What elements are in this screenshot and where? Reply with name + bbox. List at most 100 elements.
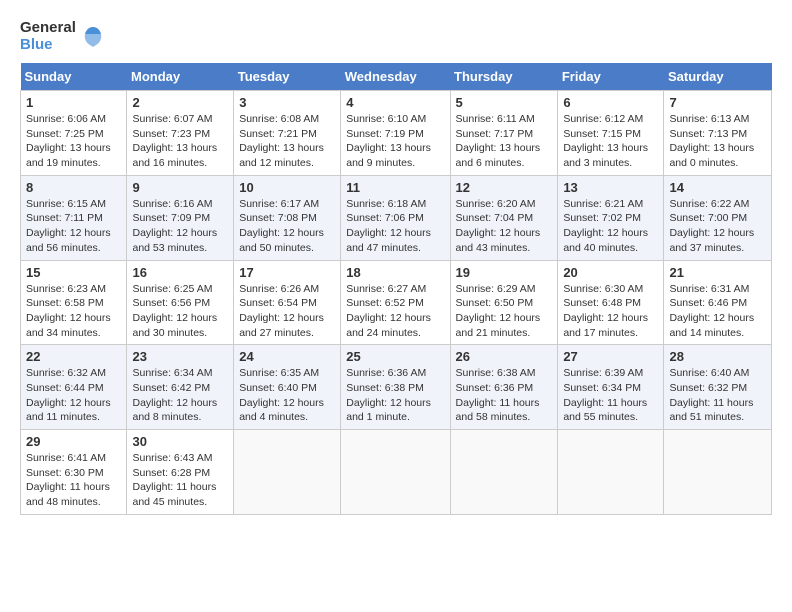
calendar-cell: 22 Sunrise: 6:32 AM Sunset: 6:44 PM Dayl… xyxy=(21,345,127,430)
calendar-cell xyxy=(450,430,558,515)
day-number: 2 xyxy=(132,95,228,110)
day-number: 27 xyxy=(563,349,658,364)
day-number: 8 xyxy=(26,180,121,195)
calendar-cell: 11 Sunrise: 6:18 AM Sunset: 7:06 PM Dayl… xyxy=(341,175,450,260)
calendar-cell: 20 Sunrise: 6:30 AM Sunset: 6:48 PM Dayl… xyxy=(558,260,664,345)
calendar-cell: 30 Sunrise: 6:43 AM Sunset: 6:28 PM Dayl… xyxy=(127,430,234,515)
day-number: 16 xyxy=(132,265,228,280)
day-number: 22 xyxy=(26,349,121,364)
day-info: Sunrise: 6:43 AM Sunset: 6:28 PM Dayligh… xyxy=(132,451,228,510)
col-header-monday: Monday xyxy=(127,63,234,91)
day-info: Sunrise: 6:27 AM Sunset: 6:52 PM Dayligh… xyxy=(346,282,444,341)
calendar-cell: 17 Sunrise: 6:26 AM Sunset: 6:54 PM Dayl… xyxy=(234,260,341,345)
day-number: 30 xyxy=(132,434,228,449)
day-info: Sunrise: 6:36 AM Sunset: 6:38 PM Dayligh… xyxy=(346,366,444,425)
calendar-week-2: 8 Sunrise: 6:15 AM Sunset: 7:11 PM Dayli… xyxy=(21,175,772,260)
day-info: Sunrise: 6:15 AM Sunset: 7:11 PM Dayligh… xyxy=(26,197,121,256)
day-number: 15 xyxy=(26,265,121,280)
day-info: Sunrise: 6:18 AM Sunset: 7:06 PM Dayligh… xyxy=(346,197,444,256)
calendar-cell: 6 Sunrise: 6:12 AM Sunset: 7:15 PM Dayli… xyxy=(558,91,664,176)
day-info: Sunrise: 6:34 AM Sunset: 6:42 PM Dayligh… xyxy=(132,366,228,425)
calendar-cell: 3 Sunrise: 6:08 AM Sunset: 7:21 PM Dayli… xyxy=(234,91,341,176)
day-info: Sunrise: 6:31 AM Sunset: 6:46 PM Dayligh… xyxy=(669,282,766,341)
logo-general-text: General xyxy=(20,20,76,37)
calendar-week-3: 15 Sunrise: 6:23 AM Sunset: 6:58 PM Dayl… xyxy=(21,260,772,345)
calendar-cell: 2 Sunrise: 6:07 AM Sunset: 7:23 PM Dayli… xyxy=(127,91,234,176)
calendar-cell: 13 Sunrise: 6:21 AM Sunset: 7:02 PM Dayl… xyxy=(558,175,664,260)
calendar-week-5: 29 Sunrise: 6:41 AM Sunset: 6:30 PM Dayl… xyxy=(21,430,772,515)
logo-blue-text: Blue xyxy=(20,37,53,54)
day-info: Sunrise: 6:39 AM Sunset: 6:34 PM Dayligh… xyxy=(563,366,658,425)
day-number: 13 xyxy=(563,180,658,195)
day-info: Sunrise: 6:40 AM Sunset: 6:32 PM Dayligh… xyxy=(669,366,766,425)
day-number: 5 xyxy=(456,95,553,110)
day-number: 25 xyxy=(346,349,444,364)
day-number: 29 xyxy=(26,434,121,449)
day-number: 17 xyxy=(239,265,335,280)
day-info: Sunrise: 6:21 AM Sunset: 7:02 PM Dayligh… xyxy=(563,197,658,256)
col-header-wednesday: Wednesday xyxy=(341,63,450,91)
calendar-cell: 15 Sunrise: 6:23 AM Sunset: 6:58 PM Dayl… xyxy=(21,260,127,345)
logo-container: General Blue xyxy=(20,20,107,53)
calendar-cell: 14 Sunrise: 6:22 AM Sunset: 7:00 PM Dayl… xyxy=(664,175,772,260)
day-info: Sunrise: 6:41 AM Sunset: 6:30 PM Dayligh… xyxy=(26,451,121,510)
calendar-cell: 29 Sunrise: 6:41 AM Sunset: 6:30 PM Dayl… xyxy=(21,430,127,515)
day-number: 12 xyxy=(456,180,553,195)
col-header-friday: Friday xyxy=(558,63,664,91)
calendar-cell: 10 Sunrise: 6:17 AM Sunset: 7:08 PM Dayl… xyxy=(234,175,341,260)
day-number: 14 xyxy=(669,180,766,195)
calendar-cell: 5 Sunrise: 6:11 AM Sunset: 7:17 PM Dayli… xyxy=(450,91,558,176)
day-number: 19 xyxy=(456,265,553,280)
day-info: Sunrise: 6:06 AM Sunset: 7:25 PM Dayligh… xyxy=(26,112,121,171)
day-info: Sunrise: 6:08 AM Sunset: 7:21 PM Dayligh… xyxy=(239,112,335,171)
calendar-cell: 12 Sunrise: 6:20 AM Sunset: 7:04 PM Dayl… xyxy=(450,175,558,260)
day-info: Sunrise: 6:16 AM Sunset: 7:09 PM Dayligh… xyxy=(132,197,228,256)
calendar-cell xyxy=(558,430,664,515)
calendar-cell: 23 Sunrise: 6:34 AM Sunset: 6:42 PM Dayl… xyxy=(127,345,234,430)
calendar-table: SundayMondayTuesdayWednesdayThursdayFrid… xyxy=(20,63,772,515)
col-header-sunday: Sunday xyxy=(21,63,127,91)
calendar-cell: 1 Sunrise: 6:06 AM Sunset: 7:25 PM Dayli… xyxy=(21,91,127,176)
calendar-cell: 28 Sunrise: 6:40 AM Sunset: 6:32 PM Dayl… xyxy=(664,345,772,430)
calendar-cell: 26 Sunrise: 6:38 AM Sunset: 6:36 PM Dayl… xyxy=(450,345,558,430)
day-number: 24 xyxy=(239,349,335,364)
col-header-saturday: Saturday xyxy=(664,63,772,91)
col-header-tuesday: Tuesday xyxy=(234,63,341,91)
calendar-cell: 19 Sunrise: 6:29 AM Sunset: 6:50 PM Dayl… xyxy=(450,260,558,345)
day-info: Sunrise: 6:10 AM Sunset: 7:19 PM Dayligh… xyxy=(346,112,444,171)
calendar-cell: 18 Sunrise: 6:27 AM Sunset: 6:52 PM Dayl… xyxy=(341,260,450,345)
logo-icon xyxy=(79,23,107,51)
day-number: 26 xyxy=(456,349,553,364)
page-header: General Blue xyxy=(20,20,772,53)
day-info: Sunrise: 6:11 AM Sunset: 7:17 PM Dayligh… xyxy=(456,112,553,171)
day-info: Sunrise: 6:29 AM Sunset: 6:50 PM Dayligh… xyxy=(456,282,553,341)
day-number: 7 xyxy=(669,95,766,110)
calendar-cell: 9 Sunrise: 6:16 AM Sunset: 7:09 PM Dayli… xyxy=(127,175,234,260)
day-info: Sunrise: 6:07 AM Sunset: 7:23 PM Dayligh… xyxy=(132,112,228,171)
day-info: Sunrise: 6:38 AM Sunset: 6:36 PM Dayligh… xyxy=(456,366,553,425)
calendar-cell: 24 Sunrise: 6:35 AM Sunset: 6:40 PM Dayl… xyxy=(234,345,341,430)
day-number: 1 xyxy=(26,95,121,110)
day-number: 3 xyxy=(239,95,335,110)
calendar-cell: 27 Sunrise: 6:39 AM Sunset: 6:34 PM Dayl… xyxy=(558,345,664,430)
day-number: 6 xyxy=(563,95,658,110)
day-info: Sunrise: 6:35 AM Sunset: 6:40 PM Dayligh… xyxy=(239,366,335,425)
calendar-cell: 4 Sunrise: 6:10 AM Sunset: 7:19 PM Dayli… xyxy=(341,91,450,176)
day-info: Sunrise: 6:25 AM Sunset: 6:56 PM Dayligh… xyxy=(132,282,228,341)
day-number: 11 xyxy=(346,180,444,195)
day-info: Sunrise: 6:26 AM Sunset: 6:54 PM Dayligh… xyxy=(239,282,335,341)
calendar-cell xyxy=(664,430,772,515)
day-number: 4 xyxy=(346,95,444,110)
calendar-week-4: 22 Sunrise: 6:32 AM Sunset: 6:44 PM Dayl… xyxy=(21,345,772,430)
day-number: 10 xyxy=(239,180,335,195)
day-info: Sunrise: 6:22 AM Sunset: 7:00 PM Dayligh… xyxy=(669,197,766,256)
col-header-thursday: Thursday xyxy=(450,63,558,91)
day-info: Sunrise: 6:30 AM Sunset: 6:48 PM Dayligh… xyxy=(563,282,658,341)
day-number: 9 xyxy=(132,180,228,195)
day-info: Sunrise: 6:13 AM Sunset: 7:13 PM Dayligh… xyxy=(669,112,766,171)
calendar-cell: 7 Sunrise: 6:13 AM Sunset: 7:13 PM Dayli… xyxy=(664,91,772,176)
calendar-cell: 8 Sunrise: 6:15 AM Sunset: 7:11 PM Dayli… xyxy=(21,175,127,260)
day-number: 20 xyxy=(563,265,658,280)
day-number: 28 xyxy=(669,349,766,364)
calendar-cell xyxy=(234,430,341,515)
